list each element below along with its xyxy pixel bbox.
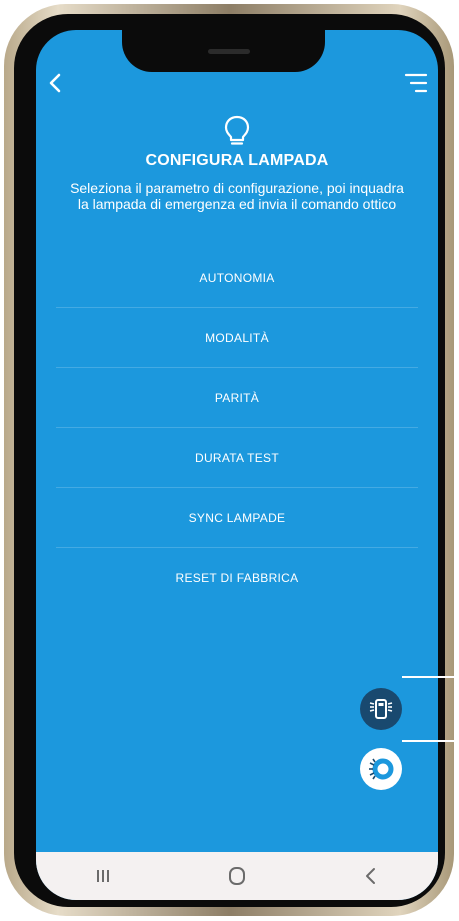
- menu-button[interactable]: [400, 70, 430, 98]
- chevron-left-icon: [49, 73, 61, 93]
- home-button[interactable]: [207, 858, 267, 894]
- menu-item-durata-test[interactable]: DURATA TEST: [56, 428, 418, 488]
- nav-back-button[interactable]: [341, 858, 401, 894]
- emergency-lamp-button[interactable]: [360, 688, 402, 730]
- menu-item-sync-lampade[interactable]: SYNC LAMPADE: [56, 488, 418, 548]
- menu-item-modalita[interactable]: MODALITÀ: [56, 308, 418, 368]
- home-icon: [229, 867, 245, 885]
- earpiece-speaker: [208, 49, 250, 54]
- back-icon: [366, 868, 375, 884]
- page-title: CONFIGURA LAMPADA: [145, 152, 329, 169]
- optical-signal-icon: [369, 758, 394, 780]
- app-screen: CONFIGURA LAMPADA Seleziona il parametro…: [36, 30, 438, 900]
- menu-item-parita[interactable]: PARITÀ: [56, 368, 418, 428]
- menu-item-autonomia[interactable]: AUTONOMIA: [56, 248, 418, 308]
- recent-apps-button[interactable]: [73, 858, 133, 894]
- emergency-lamp-icon: [369, 699, 393, 719]
- callout-line: [402, 740, 454, 742]
- optical-signal-button[interactable]: [360, 748, 402, 790]
- menu-item-reset-di-fabbrica[interactable]: RESET DI FABBRICA: [56, 548, 418, 607]
- menu-lines-icon: [404, 73, 428, 93]
- config-menu: AUTONOMIA MODALITÀ PARITÀ DURATA TEST SY…: [56, 248, 418, 607]
- back-button[interactable]: [40, 68, 70, 98]
- page-description: Seleziona il parametro di configurazione…: [70, 180, 404, 212]
- lightbulb-icon: [222, 114, 252, 153]
- callout-line: [402, 676, 454, 678]
- recent-apps-icon: [97, 870, 109, 882]
- system-navigation-bar: [36, 852, 438, 900]
